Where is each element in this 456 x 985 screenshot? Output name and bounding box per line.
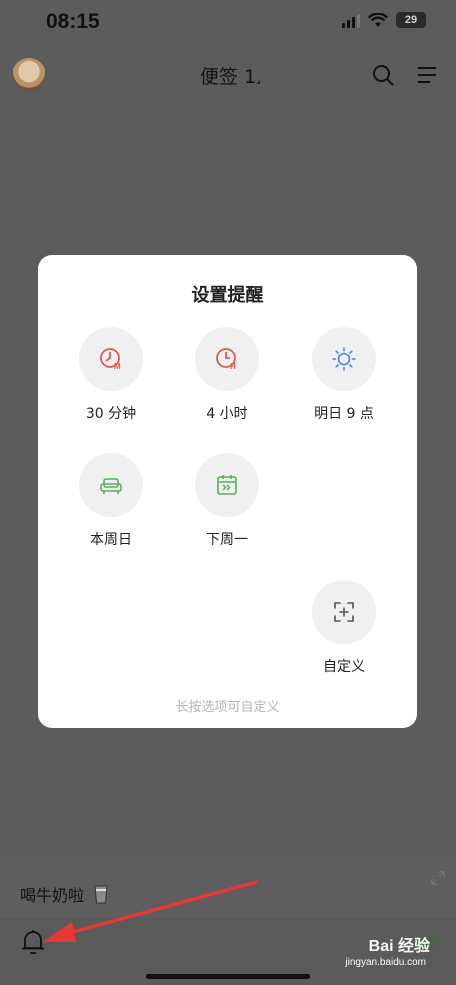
status-icons: 29 xyxy=(342,12,426,28)
svg-text:M: M xyxy=(114,362,121,371)
title-dropdown-icon[interactable] xyxy=(256,80,260,84)
watermark-logo: Bai 经验 xyxy=(368,938,430,955)
sun-icon xyxy=(332,347,356,371)
option-circle[interactable] xyxy=(312,327,376,391)
expand-icon[interactable] xyxy=(430,870,446,886)
option-label: 4 小时 xyxy=(206,406,248,422)
option-circle[interactable] xyxy=(312,580,376,644)
search-icon[interactable] xyxy=(372,64,394,86)
option-label: 自定义 xyxy=(323,659,365,675)
option-next-monday[interactable]: 下周一 xyxy=(172,453,282,549)
signal-icon xyxy=(342,12,360,28)
option-circle[interactable]: H xyxy=(195,327,259,391)
option-label: 30 分钟 xyxy=(85,406,137,422)
menu-icon[interactable] xyxy=(416,65,438,85)
calendar-icon xyxy=(217,475,237,495)
note-content[interactable]: 喝牛奶啦 xyxy=(20,882,109,906)
option-circle[interactable] xyxy=(79,453,143,517)
option-circle[interactable] xyxy=(195,453,259,517)
option-label: 下周一 xyxy=(206,532,248,548)
app-header: 便签 1 xyxy=(0,52,456,98)
reminder-dialog: 设置提醒 M 30 分钟 H 4 小时 明日 9 点 本周日 下周一 自定义 长… xyxy=(38,255,417,728)
clock-m-icon: M xyxy=(100,348,121,371)
option-circle[interactable]: M xyxy=(79,327,143,391)
battery-indicator: 29 xyxy=(396,12,426,28)
note-text: 喝牛奶啦 xyxy=(20,886,85,905)
svg-text:H: H xyxy=(230,362,236,371)
wifi-icon xyxy=(368,12,388,27)
home-indicator xyxy=(146,974,310,979)
watermark-url: jingyan.baidu.com xyxy=(345,957,426,968)
option-this-sunday[interactable]: 本周日 xyxy=(56,453,166,549)
status-time: 08:15 xyxy=(46,10,100,33)
option-tomorrow-9[interactable]: 明日 9 点 xyxy=(289,327,399,423)
status-bar: 08:15 29 xyxy=(0,0,456,48)
option-label: 本周日 xyxy=(90,532,132,548)
option-4-hours[interactable]: H 4 小时 xyxy=(172,327,282,423)
custom-add-icon xyxy=(334,602,354,622)
option-30-minutes[interactable]: M 30 分钟 xyxy=(56,327,166,423)
option-custom[interactable]: 自定义 xyxy=(289,580,399,676)
sofa-icon xyxy=(100,478,122,494)
dialog-title: 设置提醒 xyxy=(191,285,264,306)
dialog-hint: 长按选项可自定义 xyxy=(175,700,280,715)
option-label: 明日 9 点 xyxy=(314,406,374,422)
milk-cup-icon xyxy=(94,885,108,904)
clock-h-icon: H xyxy=(216,348,236,371)
bell-icon[interactable] xyxy=(20,928,46,956)
